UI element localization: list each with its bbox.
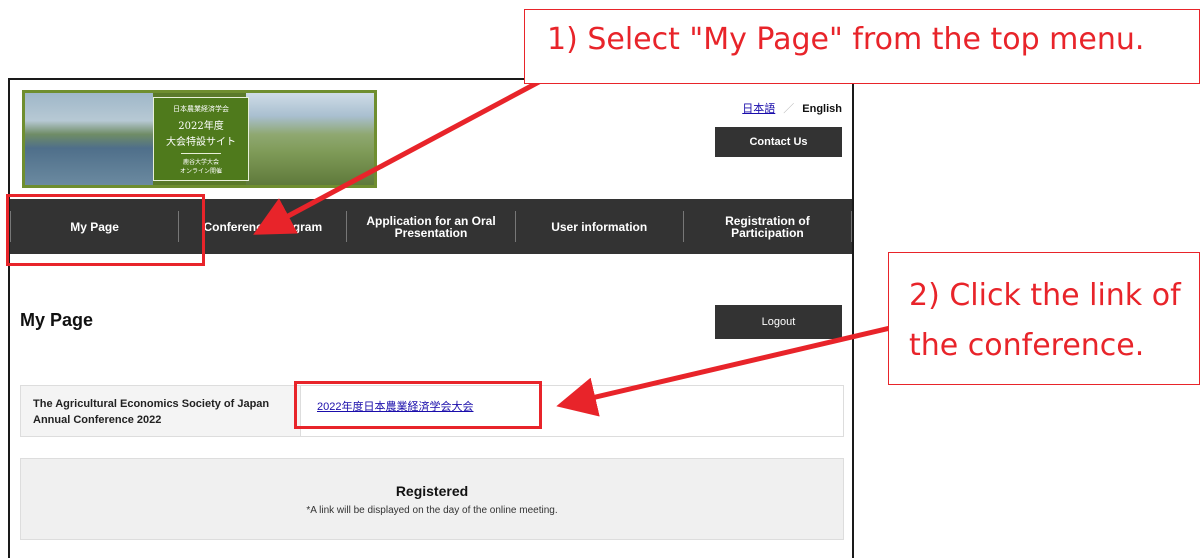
lang-japanese-link[interactable]: 日本語 xyxy=(742,103,775,115)
contact-us-button[interactable]: Contact Us xyxy=(715,127,842,157)
registration-status-box: Registered *A link will be displayed on … xyxy=(20,458,844,540)
banner-divider xyxy=(181,153,221,154)
step2-text-line2: the conference. xyxy=(909,328,1145,363)
status-title: Registered xyxy=(395,483,469,499)
site-banner[interactable]: 日本農業経済学会 2022年度 大会特設サイト 鹿谷大学大会 オンライン開催 xyxy=(22,90,377,188)
lake-photo xyxy=(25,93,153,185)
banner-site-name: 大会特設サイト xyxy=(166,137,236,148)
step1-text: 1) Select "My Page" from the top menu. xyxy=(547,22,1145,57)
nav-registration[interactable]: Registration of Participation xyxy=(682,211,853,242)
banner-format: オンライン開催 xyxy=(179,168,222,175)
logout-button[interactable]: Logout xyxy=(715,305,842,339)
nav-oral-presentation[interactable]: Application for an Oral Presentation xyxy=(346,211,514,242)
highlight-my-page xyxy=(6,194,205,266)
landscape-photo xyxy=(246,93,374,185)
conference-name: The Agricultural Economics Society of Ja… xyxy=(21,386,301,436)
lang-english[interactable]: English xyxy=(802,103,842,115)
lang-separator: ／ xyxy=(783,103,795,115)
banner-society: 日本農業経済学会 xyxy=(173,105,229,113)
step2-text-line1: 2) Click the link of xyxy=(909,278,1181,313)
highlight-conference-link xyxy=(294,381,542,429)
banner-year: 2022年度 xyxy=(178,121,224,132)
status-note: *A link will be displayed on the day of … xyxy=(306,505,558,516)
browser-frame: 日本農業経済学会 2022年度 大会特設サイト 鹿谷大学大会 オンライン開催 日… xyxy=(8,78,854,558)
page-title: My Page xyxy=(20,310,94,330)
step2-callout: 2) Click the link of the conference. xyxy=(888,252,1200,385)
banner-host: 鹿谷大学大会 xyxy=(182,159,219,166)
step1-callout: 1) Select "My Page" from the top menu. xyxy=(524,9,1200,84)
banner-title: 日本農業経済学会 2022年度 大会特設サイト 鹿谷大学大会 オンライン開催 xyxy=(153,97,249,181)
nav-user-information[interactable]: User information xyxy=(514,211,683,242)
language-switcher: 日本語 ／ English xyxy=(742,100,842,116)
